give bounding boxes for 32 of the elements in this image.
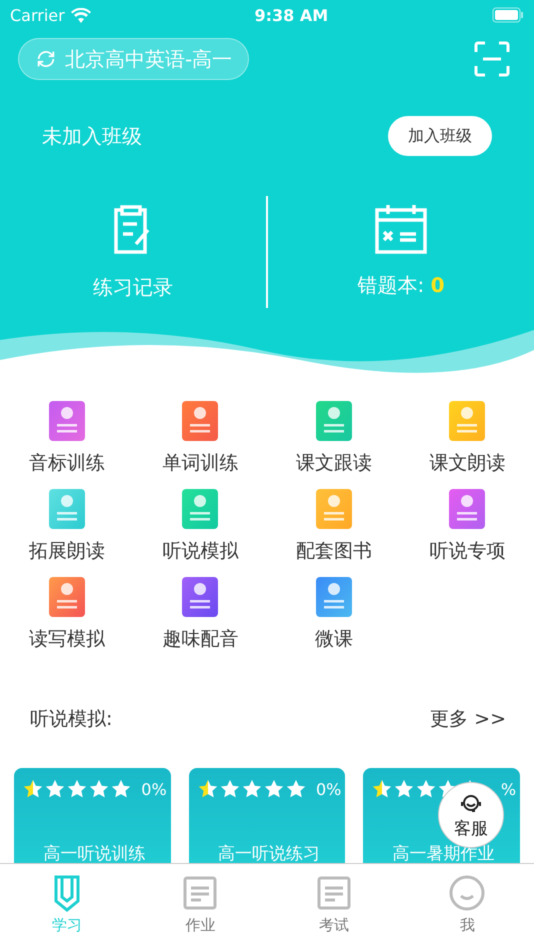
refresh-icon [35, 48, 57, 70]
feature-item[interactable]: 微课 [267, 574, 400, 652]
feature-item[interactable]: 拓展朗读 [0, 486, 134, 564]
feature-item[interactable]: 配套图书 [267, 486, 400, 564]
tab-item[interactable]: 我 [400, 864, 534, 950]
newspaper-icon [314, 874, 353, 912]
progress-percent: 0% [316, 780, 342, 798]
feature-item[interactable]: 课文跟读 [267, 398, 400, 476]
battery-icon [492, 7, 524, 23]
status-time: 9:38 AM [254, 6, 328, 24]
join-class-button[interactable]: 加入班级 [388, 116, 492, 156]
feature-item[interactable]: 听说模拟 [134, 486, 267, 564]
smiley-icon [448, 874, 486, 912]
feature-item[interactable]: 单词训练 [134, 398, 267, 476]
feature-item[interactable]: 读写模拟 [0, 574, 134, 652]
feature-item[interactable]: 课文朗读 [400, 398, 534, 476]
feature-item[interactable]: 趣味配音 [134, 574, 267, 652]
tab-item[interactable]: 作业 [134, 864, 267, 950]
scan-icon[interactable] [474, 41, 510, 77]
more-link[interactable]: 更多 >> [430, 706, 506, 732]
wifi-icon [70, 8, 91, 22]
carrier-name: Carrier [10, 6, 65, 24]
tab-item[interactable]: 考试 [267, 864, 400, 950]
class-status: 未加入班级 [42, 122, 142, 150]
card-title: 高一听说练习 [217, 843, 321, 863]
card-title: 高一听说训练 [42, 843, 146, 863]
feature-item[interactable]: 音标训练 [0, 398, 134, 476]
progress-percent: 0% [141, 780, 167, 798]
calendar-icon [375, 204, 427, 254]
feature-item[interactable]: 听说专项 [400, 486, 534, 564]
section-title: 听说模拟: [30, 707, 112, 732]
document-icon [181, 874, 220, 912]
